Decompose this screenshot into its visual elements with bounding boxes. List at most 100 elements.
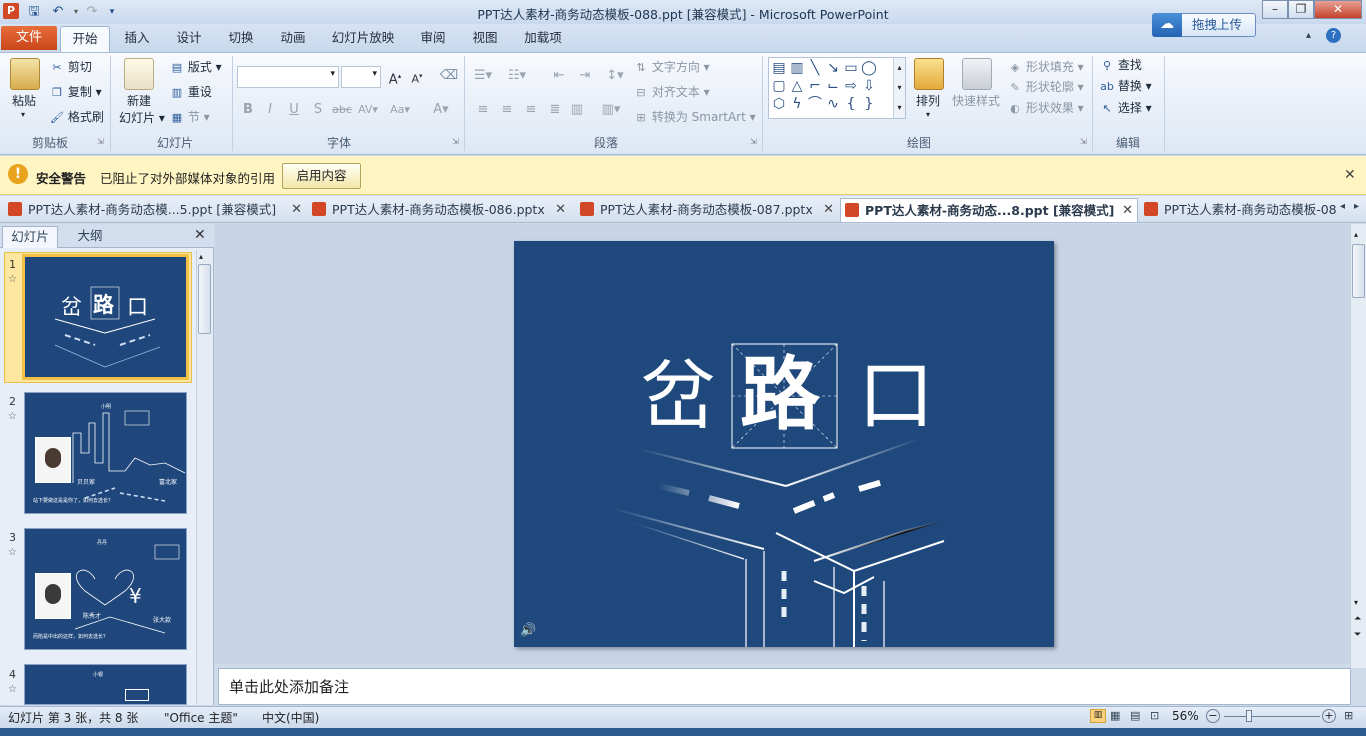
align-center-icon[interactable]: ≡ — [496, 100, 518, 120]
char-spacing-icon[interactable]: AV▾ — [357, 100, 379, 120]
doc-tab-active[interactable]: PPT达人素材-商务动态...8.ppt [兼容模式] ✕ — [840, 198, 1138, 222]
zoom-in-icon[interactable]: + — [1322, 709, 1336, 723]
rectangle-shape-icon[interactable]: ▭ — [842, 59, 860, 77]
help-icon[interactable]: ? — [1326, 28, 1341, 43]
increase-indent-icon[interactable]: ⇥ — [574, 66, 596, 86]
minimize-button[interactable]: – — [1262, 0, 1288, 19]
new-slide-label-2[interactable]: 幻灯片 ▾ — [119, 109, 165, 127]
oval-shape-icon[interactable]: ◯ — [860, 59, 878, 77]
scroll-down-icon[interactable]: ▾ — [1354, 598, 1358, 607]
close-tab-icon[interactable]: ✕ — [1122, 199, 1133, 222]
new-slide-icon[interactable] — [124, 58, 154, 90]
notes-pane[interactable]: 单击此处添加备注 — [218, 668, 1351, 705]
select-button[interactable]: ↖ 选择 ▾ — [1100, 99, 1151, 117]
down-arrow-shape-icon[interactable]: ⇩ — [860, 77, 878, 95]
align-right-icon[interactable]: ≡ — [520, 100, 542, 120]
connector-shape-icon[interactable]: ⌐ — [806, 77, 824, 95]
close-button[interactable]: ✕ — [1314, 0, 1362, 19]
new-slide-label[interactable]: 新建 — [127, 92, 151, 110]
section-button[interactable]: ▦ 节 ▾ — [170, 108, 210, 126]
doc-tab[interactable]: PPT达人素材-商务动态模...5.ppt [兼容模式] ✕ — [4, 198, 306, 222]
doc-tab[interactable]: PPT达人素材-商务动态模板-087.pptx ✕ — [572, 198, 838, 222]
columns-icon[interactable]: ▥▾ — [600, 100, 622, 120]
slideshow-view-icon[interactable]: ⊡ — [1150, 709, 1159, 722]
paste-button[interactable]: 粘贴 — [12, 92, 36, 110]
decrease-indent-icon[interactable]: ⇤ — [548, 66, 570, 86]
current-slide[interactable]: 岔 路 口 🔊 — [514, 241, 1054, 647]
paste-icon[interactable] — [10, 58, 40, 90]
hexagon-shape-icon[interactable]: ⬡ — [770, 95, 788, 113]
paste-dropdown-icon[interactable]: ▾ — [21, 110, 25, 119]
zoom-level[interactable]: 56% — [1172, 709, 1199, 723]
line-spacing-icon[interactable]: ↕▾ — [604, 66, 626, 86]
find-button[interactable]: ⚲ 查找 — [1100, 56, 1142, 74]
layout-button[interactable]: ▤ 版式 ▾ — [170, 58, 222, 76]
curve-shape-icon[interactable]: ⌒ — [806, 95, 824, 113]
line-shape-icon[interactable]: ╲ — [806, 59, 824, 77]
slide-thumbnail-4[interactable]: 小银 — [24, 664, 187, 705]
smartart-button[interactable]: ⊞ 转换为 SmartArt ▾ — [634, 108, 755, 126]
next-slide-icon[interactable]: ⏷ — [1354, 630, 1361, 640]
strikethrough-icon[interactable]: abc — [331, 100, 353, 120]
justify-icon[interactable]: ≣ — [544, 100, 566, 120]
format-painter-button[interactable]: 🖌 格式刷 — [50, 108, 104, 126]
tab-file[interactable]: 文件 — [1, 26, 57, 50]
fit-to-window-icon[interactable]: ⊞ — [1344, 709, 1353, 722]
zoom-slider[interactable] — [1224, 716, 1320, 717]
replace-button[interactable]: ab 替换 ▾ — [1100, 77, 1152, 95]
align-text-button[interactable]: ⊟ 对齐文本 ▾ — [634, 83, 709, 101]
clear-formatting-icon[interactable]: ⌫ — [438, 66, 460, 86]
zoom-slider-thumb[interactable] — [1246, 710, 1252, 722]
tabs-scroll-right-icon[interactable]: ▸ — [1354, 201, 1359, 212]
doc-tab[interactable]: PPT达人素材-商务动态模板-08 — [1140, 198, 1336, 222]
italic-icon[interactable]: I — [259, 100, 281, 120]
collapse-ribbon-icon[interactable]: ▴ — [1306, 30, 1311, 41]
reset-button[interactable]: ▥ 重设 — [170, 83, 212, 101]
clipboard-launcher-icon[interactable]: ⇲ — [97, 137, 104, 146]
right-brace-shape-icon[interactable]: } — [860, 95, 878, 113]
arrow-line-shape-icon[interactable]: ↘ — [824, 59, 842, 77]
shapes-gallery[interactable]: ▤ ▥ ╲ ↘ ▭ ◯ ▢ △ ⌐ ⌙ ⇨ ⇩ ⬡ ϟ ⌒ ∿ { } ▴ ▾ ▾ — [768, 57, 906, 119]
left-brace-shape-icon[interactable]: { — [842, 95, 860, 113]
editor-scrollbar[interactable]: ▴ ▾ ⏶ ⏷ — [1350, 224, 1366, 668]
shape-effects-button[interactable]: ◐ 形状效果 ▾ — [1008, 99, 1084, 117]
change-case-icon[interactable]: Aa▾ — [389, 100, 411, 120]
tab-review[interactable]: 审阅 — [414, 28, 452, 50]
tab-transitions[interactable]: 切换 — [222, 28, 260, 50]
normal-view-icon[interactable]: ▥ — [1090, 709, 1106, 723]
restore-button[interactable]: ❐ — [1288, 0, 1314, 19]
slide-thumbnail-1[interactable]: 岔 路 口 — [22, 254, 189, 380]
copy-button[interactable]: ❐ 复制 ▾ — [50, 83, 102, 101]
distribute-icon[interactable]: ▥ — [566, 100, 588, 120]
tab-animations[interactable]: 动画 — [274, 28, 312, 50]
scroll-thumb[interactable] — [198, 264, 211, 334]
vertical-textbox-shape-icon[interactable]: ▥ — [788, 59, 806, 77]
close-tab-icon[interactable]: ✕ — [291, 198, 302, 222]
align-left-icon[interactable]: ≡ — [472, 100, 494, 120]
tab-slides[interactable]: 幻灯片 — [2, 226, 58, 248]
textbox-shape-icon[interactable]: ▤ — [770, 59, 788, 77]
close-tab-icon[interactable]: ✕ — [823, 198, 834, 222]
tabs-scroll-left-icon[interactable]: ◂ — [1340, 201, 1345, 212]
reading-view-icon[interactable]: ▤ — [1130, 709, 1140, 722]
quick-styles-button[interactable]: 快速样式 — [952, 92, 1000, 110]
tab-design[interactable]: 设计 — [170, 28, 208, 50]
gallery-scroll[interactable]: ▴ ▾ ▾ — [893, 58, 905, 118]
doc-tab[interactable]: PPT达人素材-商务动态模板-086.pptx ✕ — [308, 198, 570, 222]
font-launcher-icon[interactable]: ⇲ — [452, 137, 459, 146]
bold-icon[interactable]: B — [237, 100, 259, 120]
close-tab-icon[interactable]: ✕ — [555, 198, 566, 222]
close-security-bar-icon[interactable]: ✕ — [1344, 167, 1356, 183]
triangle-shape-icon[interactable]: △ — [788, 77, 806, 95]
scroll-thumb[interactable] — [1352, 244, 1365, 298]
paragraph-launcher-icon[interactable]: ⇲ — [750, 137, 757, 146]
elbow-connector-shape-icon[interactable]: ⌙ — [824, 77, 842, 95]
drawing-launcher-icon[interactable]: ⇲ — [1080, 137, 1087, 146]
tab-view[interactable]: 视图 — [466, 28, 504, 50]
scroll-up-icon[interactable]: ▴ — [199, 252, 203, 261]
freeform-shape-icon[interactable]: ϟ — [788, 95, 806, 113]
cut-button[interactable]: ✂ 剪切 — [50, 58, 91, 76]
scroll-up-icon[interactable]: ▴ — [1354, 230, 1358, 239]
bullets-icon[interactable]: ☰▾ — [472, 66, 494, 86]
slide-thumbnail-3[interactable]: ¥ 丹丹 陈秀才 张大款 而陷是中出的这样，如何去选长？ — [24, 528, 187, 650]
